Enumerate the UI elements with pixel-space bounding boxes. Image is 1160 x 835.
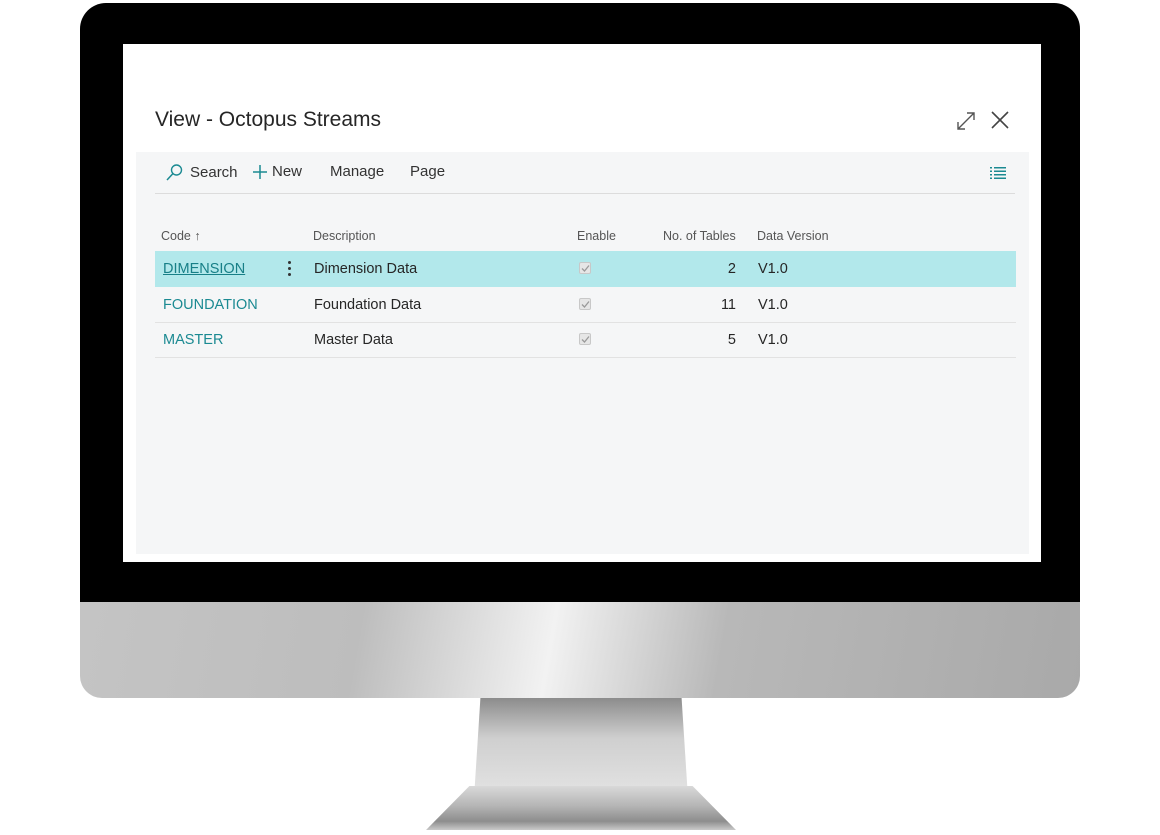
code-link[interactable]: DIMENSION	[163, 261, 245, 277]
column-header-enable[interactable]: Enable	[577, 229, 616, 243]
close-icon[interactable]	[989, 109, 1011, 131]
search-icon	[166, 164, 183, 181]
checkmark-icon	[581, 336, 590, 343]
manage-menu[interactable]: Manage	[330, 163, 384, 180]
action-bar: Search New Manage Page	[155, 152, 1015, 194]
table-row[interactable]: DIMENSION Dimension Data 2 V1.0	[155, 251, 1016, 287]
column-header-no-of-tables[interactable]: No. of Tables	[663, 229, 736, 243]
tables-count-cell: 5	[727, 332, 736, 348]
row-actions-icon[interactable]	[283, 259, 295, 277]
description-cell: Dimension Data	[314, 261, 418, 277]
page-title: View - Octopus Streams	[155, 108, 382, 131]
monitor-chin	[80, 602, 1080, 698]
page-menu[interactable]: Page	[410, 163, 445, 180]
new-label: New	[272, 163, 303, 180]
checkmark-icon	[581, 265, 590, 272]
tables-count-cell: 11	[720, 297, 736, 313]
enable-checkbox	[579, 262, 591, 274]
code-link[interactable]: FOUNDATION	[163, 297, 258, 313]
enable-checkbox	[579, 333, 591, 345]
search-button[interactable]: Search	[165, 163, 238, 182]
column-header-data-version[interactable]: Data Version	[757, 229, 829, 243]
column-header-code[interactable]: Code ↑	[161, 229, 201, 243]
monitor-stand-neck	[474, 698, 688, 798]
data-version-cell: V1.0	[758, 261, 788, 277]
checkmark-icon	[581, 301, 590, 308]
page-label: Page	[410, 163, 446, 180]
screen: View - Octopus Streams Search New Manage	[123, 44, 1041, 562]
tables-count-cell: 2	[727, 261, 736, 277]
description-cell: Foundation Data	[314, 297, 422, 313]
data-version-cell: V1.0	[758, 297, 788, 313]
plus-icon	[253, 164, 267, 179]
table-row[interactable]: FOUNDATION Foundation Data 11 V1.0	[155, 287, 1016, 323]
table-row[interactable]: MASTER Master Data 5 V1.0	[155, 322, 1016, 358]
new-button[interactable]: New	[252, 163, 302, 180]
monitor-stand-base	[426, 786, 736, 830]
list-panel: Search New Manage Page Code ↑ Descriptio…	[136, 152, 1029, 554]
manage-label: Manage	[330, 163, 385, 180]
column-header-description[interactable]: Description	[313, 229, 376, 243]
search-label: Search	[190, 164, 238, 181]
description-cell: Master Data	[314, 332, 393, 348]
code-link[interactable]: MASTER	[163, 332, 223, 348]
expand-icon[interactable]	[955, 110, 977, 132]
data-version-cell: V1.0	[758, 332, 788, 348]
list-view-icon[interactable]	[990, 166, 1006, 180]
enable-checkbox	[579, 298, 591, 310]
